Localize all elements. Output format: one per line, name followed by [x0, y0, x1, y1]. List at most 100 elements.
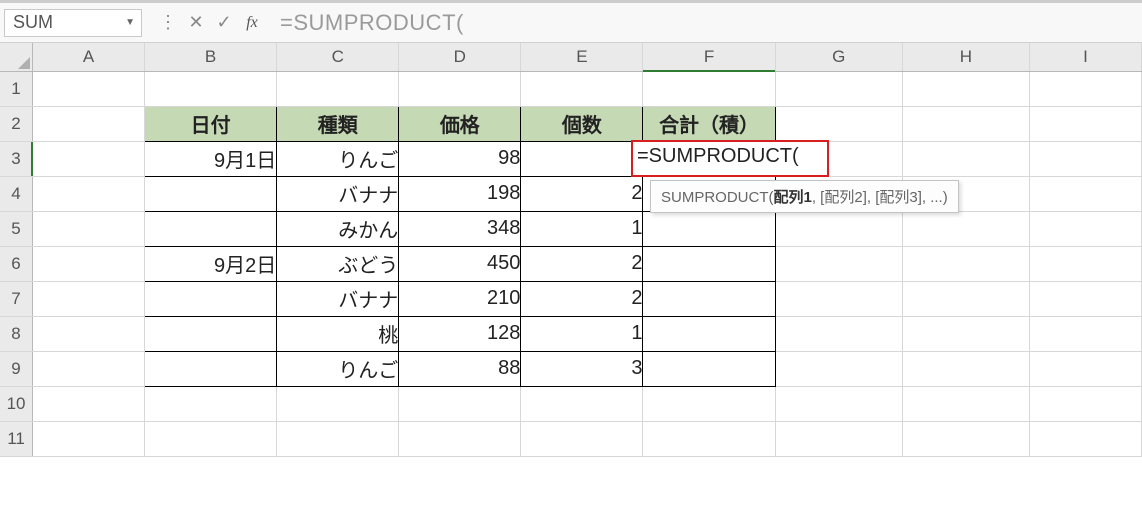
cell-C3[interactable]: りんご [277, 141, 399, 176]
cell-D4[interactable]: 198 [399, 176, 521, 211]
cell-A7[interactable] [33, 281, 145, 316]
row-header-1[interactable]: 1 [0, 71, 33, 106]
column-header-d[interactable]: D [399, 43, 521, 71]
cell-H11[interactable] [902, 421, 1029, 456]
cell-F9[interactable] [643, 351, 775, 386]
cell-A9[interactable] [33, 351, 145, 386]
row-header-8[interactable]: 8 [0, 316, 33, 351]
cell-I10[interactable] [1030, 386, 1142, 421]
cell-C8[interactable]: 桃 [277, 316, 399, 351]
cell-D6[interactable]: 450 [399, 246, 521, 281]
cell-G2[interactable] [775, 106, 902, 141]
cell-H10[interactable] [902, 386, 1029, 421]
chevron-down-icon[interactable]: ▼ [125, 17, 135, 28]
cell-B3[interactable]: 9月1日 [144, 141, 276, 176]
cell-G9[interactable] [775, 351, 902, 386]
cell-I7[interactable] [1030, 281, 1142, 316]
cell-I9[interactable] [1030, 351, 1142, 386]
cell-G6[interactable] [775, 246, 902, 281]
cell-H3[interactable] [902, 141, 1029, 176]
cell-A2[interactable] [33, 106, 145, 141]
column-header-a[interactable]: A [33, 43, 145, 71]
cell-B10[interactable] [144, 386, 276, 421]
cell-F10[interactable] [643, 386, 775, 421]
cancel-icon[interactable]: ✕ [182, 12, 210, 33]
cell-I4[interactable] [1030, 176, 1142, 211]
dots-icon[interactable]: ⋮ [154, 12, 182, 33]
cell-C5[interactable]: みかん [277, 211, 399, 246]
cell-D2[interactable]: 価格 [399, 106, 521, 141]
cell-H5[interactable] [902, 211, 1029, 246]
row-header-3[interactable]: 3 [0, 141, 33, 176]
worksheet-grid[interactable]: ABCDEFGHI12日付種類価格個数合計（積）39月1日りんご9814バナナ1… [0, 43, 1142, 457]
cell-E6[interactable]: 2 [521, 246, 643, 281]
cell-C1[interactable] [277, 71, 399, 106]
row-header-10[interactable]: 10 [0, 386, 33, 421]
cell-G5[interactable] [775, 211, 902, 246]
cell-D8[interactable]: 128 [399, 316, 521, 351]
cell-C2[interactable]: 種類 [277, 106, 399, 141]
cell-F5[interactable] [643, 211, 775, 246]
cell-D5[interactable]: 348 [399, 211, 521, 246]
cell-I5[interactable] [1030, 211, 1142, 246]
cell-C7[interactable]: バナナ [277, 281, 399, 316]
cell-E7[interactable]: 2 [521, 281, 643, 316]
cell-C10[interactable] [277, 386, 399, 421]
row-header-4[interactable]: 4 [0, 176, 33, 211]
cell-F6[interactable] [643, 246, 775, 281]
cell-H6[interactable] [902, 246, 1029, 281]
cell-C9[interactable]: りんご [277, 351, 399, 386]
column-header-c[interactable]: C [277, 43, 399, 71]
row-header-5[interactable]: 5 [0, 211, 33, 246]
cell-G11[interactable] [775, 421, 902, 456]
cell-F7[interactable] [643, 281, 775, 316]
cell-E4[interactable]: 2 [521, 176, 643, 211]
cell-I3[interactable] [1030, 141, 1142, 176]
cell-B1[interactable] [144, 71, 276, 106]
row-header-11[interactable]: 11 [0, 421, 33, 456]
cell-B9[interactable] [144, 351, 276, 386]
cell-B8[interactable] [144, 316, 276, 351]
cell-H7[interactable] [902, 281, 1029, 316]
confirm-icon[interactable]: ✓ [210, 12, 238, 33]
cell-G10[interactable] [775, 386, 902, 421]
cell-F3[interactable] [643, 141, 775, 176]
cell-A8[interactable] [33, 316, 145, 351]
cell-F1[interactable] [643, 71, 775, 106]
cell-E1[interactable] [521, 71, 643, 106]
cell-I6[interactable] [1030, 246, 1142, 281]
cell-G3[interactable] [775, 141, 902, 176]
cell-A1[interactable] [33, 71, 145, 106]
row-header-9[interactable]: 9 [0, 351, 33, 386]
cell-B5[interactable] [144, 211, 276, 246]
cell-D3[interactable]: 98 [399, 141, 521, 176]
cell-D11[interactable] [399, 421, 521, 456]
cell-D7[interactable]: 210 [399, 281, 521, 316]
cell-H1[interactable] [902, 71, 1029, 106]
fx-icon[interactable]: fx [238, 14, 266, 32]
cell-G7[interactable] [775, 281, 902, 316]
cell-A3[interactable] [33, 141, 145, 176]
column-header-e[interactable]: E [521, 43, 643, 71]
row-header-6[interactable]: 6 [0, 246, 33, 281]
cell-D10[interactable] [399, 386, 521, 421]
cell-B4[interactable] [144, 176, 276, 211]
cell-B2[interactable]: 日付 [144, 106, 276, 141]
cell-E8[interactable]: 1 [521, 316, 643, 351]
cell-A6[interactable] [33, 246, 145, 281]
column-header-f[interactable]: F [643, 43, 775, 71]
cell-C4[interactable]: バナナ [277, 176, 399, 211]
cell-I2[interactable] [1030, 106, 1142, 141]
cell-H2[interactable] [902, 106, 1029, 141]
row-header-2[interactable]: 2 [0, 106, 33, 141]
cell-F2[interactable]: 合計（積） [643, 106, 775, 141]
column-header-b[interactable]: B [144, 43, 276, 71]
cell-I1[interactable] [1030, 71, 1142, 106]
column-header-h[interactable]: H [902, 43, 1029, 71]
column-header-g[interactable]: G [775, 43, 902, 71]
row-header-7[interactable]: 7 [0, 281, 33, 316]
cell-F8[interactable] [643, 316, 775, 351]
cell-E2[interactable]: 個数 [521, 106, 643, 141]
cell-B7[interactable] [144, 281, 276, 316]
cell-A10[interactable] [33, 386, 145, 421]
